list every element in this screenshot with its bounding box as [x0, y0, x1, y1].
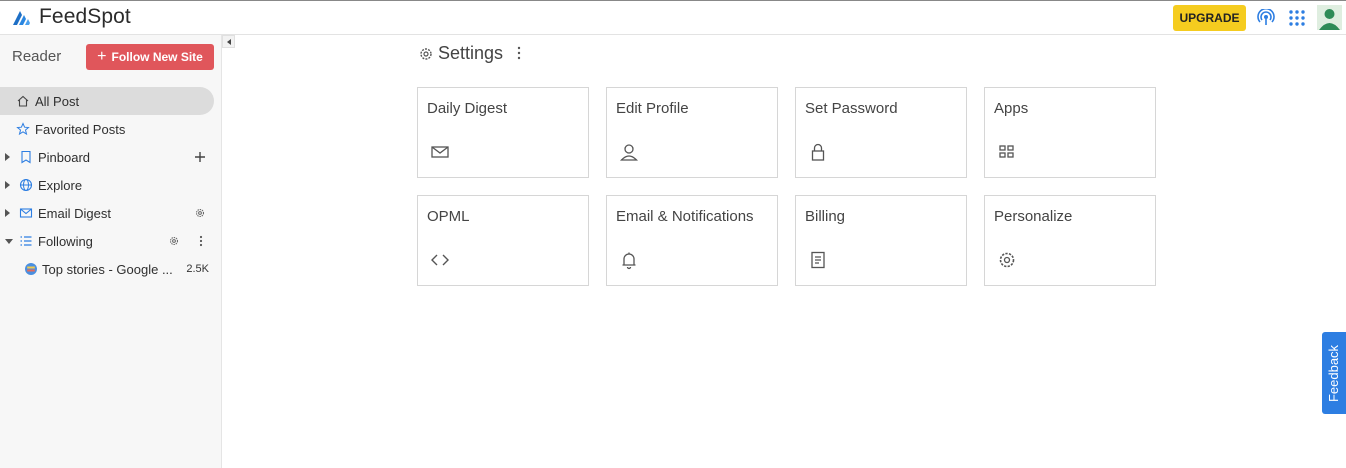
apps-grid-icon[interactable]	[1288, 9, 1306, 27]
bell-icon	[622, 252, 636, 270]
settings-card-billing[interactable]: Billing	[795, 195, 967, 286]
sidebar-item-following[interactable]: Following	[0, 227, 214, 255]
user-avatar[interactable]	[1317, 5, 1342, 30]
document-icon	[811, 251, 825, 269]
bookmark-icon	[21, 150, 31, 164]
page-title: Settings	[438, 43, 504, 63]
expand-caret-icon[interactable]	[5, 153, 10, 161]
follow-new-site-label: Follow New Site	[111, 50, 203, 64]
settings-card-email-notifications[interactable]: Email & Notifications	[606, 195, 778, 286]
expand-caret-icon[interactable]	[5, 209, 10, 217]
grid-icon	[999, 145, 1014, 158]
gear-icon	[420, 47, 432, 60]
lock-icon	[811, 143, 825, 161]
sidebar: Reader + Follow New Site All Post Favori…	[0, 35, 222, 468]
card-title: Daily Digest	[427, 100, 508, 117]
sidebar-item-label: Favorited Posts	[35, 121, 126, 137]
code-icon	[431, 254, 449, 266]
feed-item-top-stories[interactable]: Top stories - Google ... 2.5K	[0, 255, 214, 283]
add-icon[interactable]	[194, 151, 206, 163]
upgrade-button[interactable]: UPGRADE	[1173, 5, 1246, 31]
settings-header: Settings	[418, 43, 503, 64]
app-name: FeedSpot	[39, 5, 131, 28]
sidebar-item-pinboard[interactable]: Pinboard	[0, 143, 214, 171]
settings-card-edit-profile[interactable]: Edit Profile	[606, 87, 778, 178]
avatar-icon	[1317, 5, 1342, 30]
settings-card-apps[interactable]: Apps	[984, 87, 1156, 178]
settings-gear-icon[interactable]	[194, 207, 206, 219]
sidebar-item-favorited-posts[interactable]: Favorited Posts	[0, 115, 214, 143]
sidebar-item-label: Top stories - Google ...	[42, 261, 173, 277]
sidebar-item-label: Email Digest	[38, 205, 111, 221]
unread-count-badge: 2.5K	[186, 263, 209, 275]
feedspot-logo-icon	[13, 11, 30, 25]
card-title: OPML	[427, 208, 470, 225]
feedback-tab[interactable]: Feedback	[1322, 332, 1346, 414]
google-news-icon	[25, 263, 37, 275]
reader-label: Reader	[12, 48, 62, 65]
settings-card-set-password[interactable]: Set Password	[795, 87, 967, 178]
sidebar-item-all-post[interactable]: All Post	[0, 87, 214, 115]
follow-new-site-button[interactable]: + Follow New Site	[86, 44, 214, 70]
sidebar-item-label: Pinboard	[38, 149, 91, 165]
feedspot-logo[interactable]: FeedSpot	[12, 5, 131, 29]
mail-icon	[19, 208, 33, 218]
user-icon	[619, 144, 639, 161]
sidebar-item-label: All Post	[35, 93, 80, 109]
plus-icon: +	[97, 48, 107, 65]
settings-gear-icon[interactable]	[168, 235, 180, 247]
settings-card-opml[interactable]: OPML	[417, 195, 589, 286]
feedback-label: Feedback	[1326, 344, 1342, 402]
podcast-icon[interactable]	[1257, 9, 1275, 27]
collapse-caret-icon[interactable]	[5, 238, 13, 244]
caret-left-icon	[226, 38, 231, 45]
card-title: Personalize	[994, 208, 1073, 225]
more-vertical-icon[interactable]	[195, 235, 207, 247]
home-icon	[17, 95, 29, 107]
top-bar: FeedSpot UPGRADE	[0, 0, 1346, 35]
card-title: Billing	[805, 208, 846, 225]
settings-card-daily-digest[interactable]: Daily Digest	[417, 87, 589, 178]
globe-icon	[19, 178, 33, 192]
card-title: Edit Profile	[616, 100, 689, 117]
mail-icon	[431, 146, 449, 158]
card-title: Email & Notifications	[616, 208, 754, 225]
settings-card-personalize[interactable]: Personalize	[984, 195, 1156, 286]
star-icon	[16, 122, 30, 136]
list-icon	[20, 236, 32, 246]
sidebar-item-label: Following	[38, 233, 93, 249]
more-vertical-icon[interactable]	[516, 46, 522, 60]
card-title: Apps	[994, 100, 1029, 117]
card-title: Set Password	[805, 100, 898, 117]
expand-caret-icon[interactable]	[5, 181, 10, 189]
sidebar-item-email-digest[interactable]: Email Digest	[0, 199, 214, 227]
sidebar-item-explore[interactable]: Explore	[0, 171, 214, 199]
sidebar-collapse-toggle[interactable]	[222, 35, 235, 48]
sidebar-item-label: Explore	[38, 177, 83, 193]
gear-icon	[999, 252, 1015, 268]
